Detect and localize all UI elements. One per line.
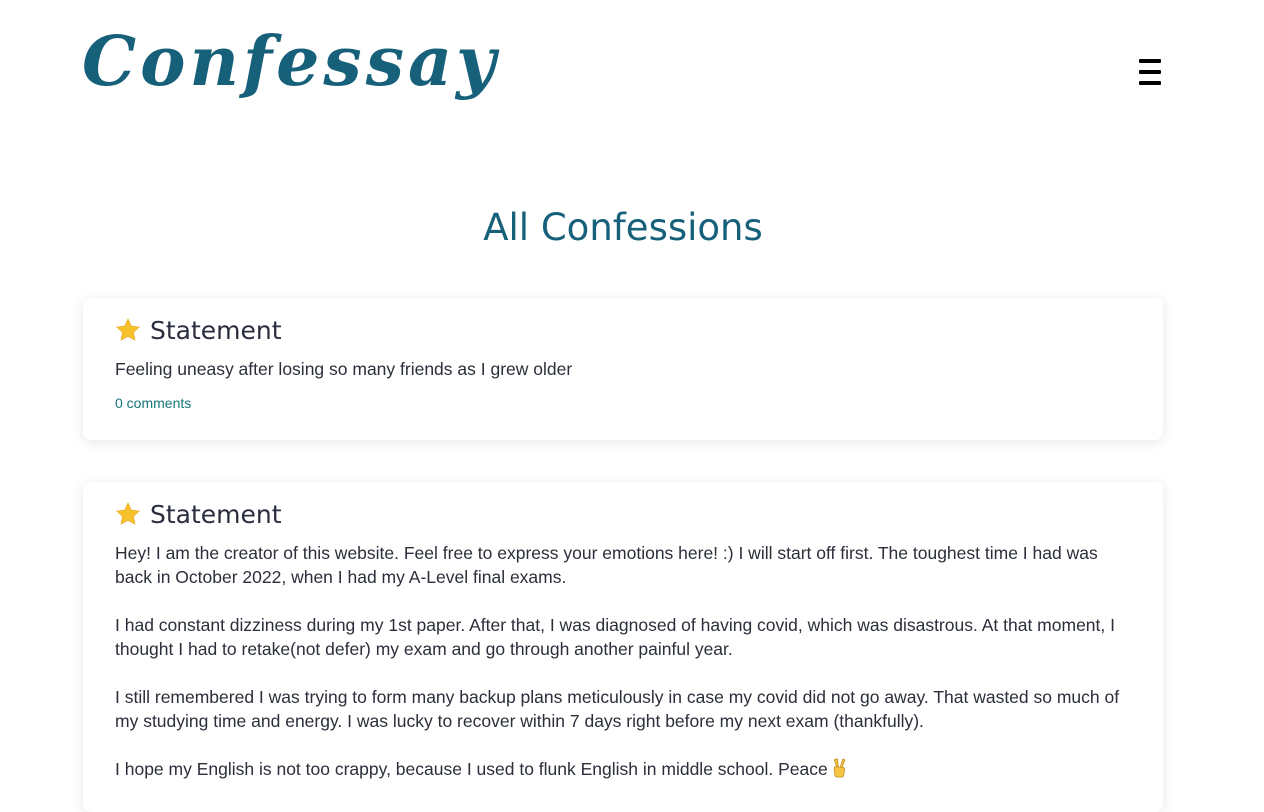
confession-card[interactable]: Statement Feeling uneasy after losing so…	[83, 298, 1163, 440]
card-title: Statement	[150, 499, 282, 529]
page-title: All Confessions	[483, 206, 763, 249]
comments-link[interactable]: 0 comments	[115, 395, 191, 411]
site-logo[interactable]: Confessay	[82, 28, 500, 96]
confession-text: Feeling uneasy after losing so many frie…	[115, 359, 573, 379]
confession-card[interactable]: Statement Hey! I am the creator of this …	[83, 482, 1163, 812]
confession-text: Hey! I am the creator of this website. F…	[115, 541, 1131, 781]
confession-paragraph: Hey! I am the creator of this website. F…	[115, 543, 1098, 587]
card-title: Statement	[150, 315, 282, 345]
confession-paragraph-last: I hope my English is not too crappy, bec…	[115, 757, 1131, 781]
star-icon	[116, 502, 140, 525]
confession-paragraph-text: I hope my English is not too crappy, bec…	[115, 759, 828, 779]
card-header: Statement	[115, 314, 1131, 346]
card-header: Statement	[115, 498, 1131, 530]
confession-paragraph: I still remembered I was trying to form …	[115, 687, 1120, 731]
site-header: Confessay	[0, 0, 1264, 150]
star-icon	[116, 318, 140, 341]
victory-hand-icon	[833, 758, 845, 778]
menu-button[interactable]	[1133, 56, 1167, 88]
confession-paragraph: I had constant dizziness during my 1st p…	[115, 615, 1115, 659]
